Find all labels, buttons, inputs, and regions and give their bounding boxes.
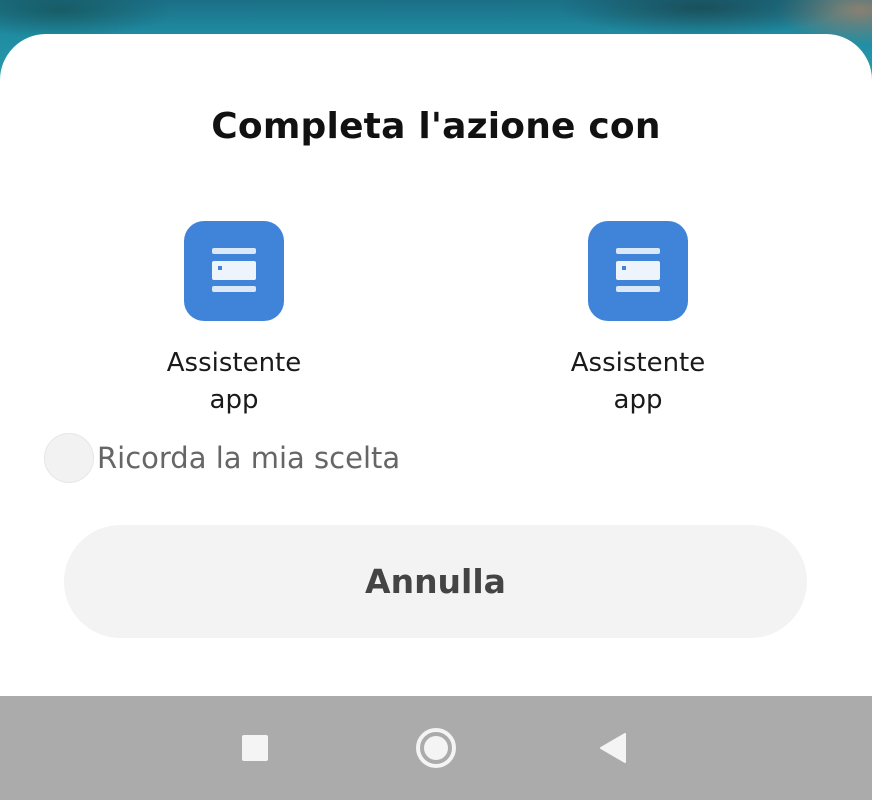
remember-choice-row[interactable]: Ricorda la mia scelta [44, 432, 400, 484]
remember-choice-label: Ricorda la mia scelta [97, 441, 401, 475]
cancel-button[interactable]: Annulla [64, 525, 807, 638]
app-option-2[interactable]: Assistente app [548, 221, 728, 419]
recents-button[interactable] [205, 696, 305, 800]
back-button[interactable] [563, 696, 663, 800]
dialog-title: Completa l'azione con [211, 106, 661, 147]
app-card-icon [184, 221, 284, 321]
app-card-icon [588, 221, 688, 321]
app-option-label: Assistente app [570, 348, 706, 415]
home-icon [416, 728, 456, 768]
app-option-label: Assistente app [166, 348, 302, 415]
app-option-1[interactable]: Assistente app [144, 221, 324, 419]
back-icon [600, 733, 626, 763]
recents-icon [242, 735, 268, 761]
navigation-bar [0, 696, 872, 800]
remember-choice-checkbox[interactable] [44, 433, 94, 483]
home-button[interactable] [386, 696, 486, 800]
